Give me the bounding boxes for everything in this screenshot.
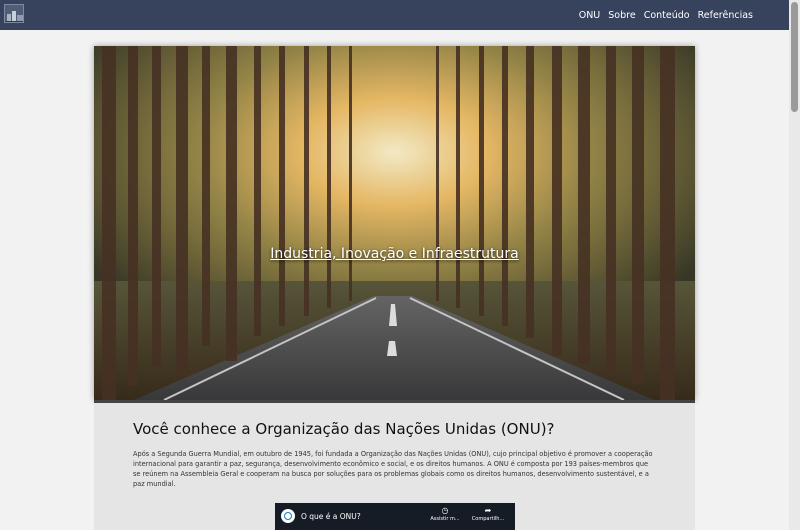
- scrollbar-thumb[interactable]: [791, 2, 798, 112]
- hero-title[interactable]: Industria, Inovação e Infraestrutura: [94, 246, 695, 262]
- nav-link-referencias[interactable]: Referências: [698, 10, 753, 21]
- page-scrollbar[interactable]: [789, 0, 800, 530]
- nav-link-onu[interactable]: ONU: [579, 10, 601, 21]
- nav-link-conteudo[interactable]: Conteúdo: [644, 10, 690, 21]
- section-title: Você conhece a Organização das Nações Un…: [133, 420, 555, 438]
- section-paragraph: Após a Segunda Guerra Mundial, em outubr…: [133, 450, 653, 488]
- main-nav: ONU Sobre Conteúdo Referências: [579, 0, 753, 30]
- watch-later-label: Assistir m...: [430, 516, 460, 522]
- clock-icon: ◷: [441, 506, 449, 515]
- channel-avatar[interactable]: [281, 509, 295, 523]
- site-logo-icon[interactable]: [4, 4, 24, 23]
- embedded-video[interactable]: O que é a ONU? ◷ Assistir m... ➦ Compart…: [275, 503, 515, 530]
- hero-banner: Industria, Inovação e Infraestrutura: [94, 46, 695, 400]
- share-button[interactable]: ➦ Compartilh...: [468, 506, 508, 522]
- nav-link-sobre[interactable]: Sobre: [608, 10, 635, 21]
- share-arrow-icon: ➦: [484, 506, 492, 515]
- share-label: Compartilh...: [471, 516, 505, 522]
- un-logo-icon: [284, 512, 292, 520]
- top-navbar: ONU Sobre Conteúdo Referências: [0, 0, 789, 30]
- onu-section: Você conhece a Organização das Nações Un…: [94, 403, 695, 530]
- watch-later-button[interactable]: ◷ Assistir m...: [425, 506, 465, 522]
- video-title[interactable]: O que é a ONU?: [301, 512, 361, 521]
- forest-road-image: [94, 46, 695, 400]
